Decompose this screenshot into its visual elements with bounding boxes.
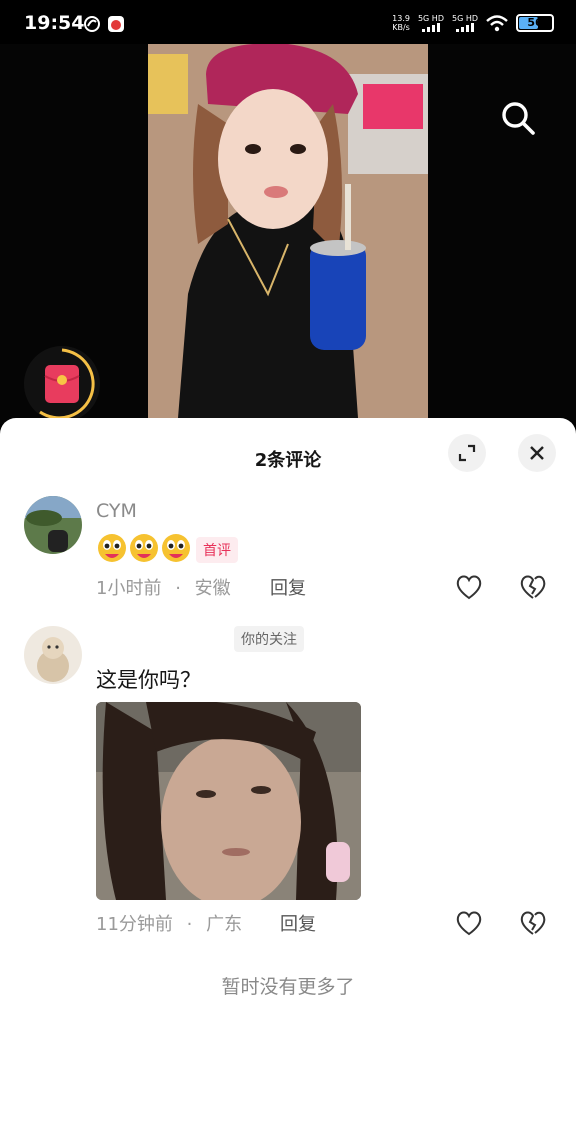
reply-button[interactable]: 回复 <box>280 910 316 936</box>
close-button[interactable] <box>518 434 556 472</box>
comment-meta: 1小时前 · 安徽 <box>96 578 231 599</box>
comment-location: 广东 <box>206 914 243 935</box>
comment-time: 1小时前 <box>96 578 162 599</box>
sim1-signal: 5G HD <box>418 14 444 32</box>
battery-level: 56 <box>527 16 543 29</box>
app-circle-icon <box>84 16 100 32</box>
battery-icon: 56 <box>516 14 554 32</box>
heart-icon[interactable] <box>454 908 484 938</box>
comment-time: 11分钟前 <box>96 914 173 935</box>
sim2-label: 5G HD <box>451 14 478 23</box>
net-speed: 13.9 KB/s <box>392 14 410 32</box>
comment-text: 这是你吗？ <box>96 668 201 692</box>
following-badge: 你的关注 <box>234 626 304 652</box>
sim1-label: 5G HD <box>417 14 444 23</box>
comment-photo-image <box>96 702 361 900</box>
avatar[interactable] <box>24 496 82 554</box>
first-comment-badge: 首评 <box>196 537 238 563</box>
signal-bars-icon <box>421 23 440 32</box>
cute-face-emoji <box>98 534 126 562</box>
net-speed-unit: KB/s <box>392 23 410 32</box>
search-icon[interactable] <box>500 100 536 136</box>
sim2-signal: 5G HD <box>452 14 478 32</box>
comments-sheet: 2条评论 CYM 首评 1小时前 · 安徽 回复 ᅟᅟᅟᅟᅟᅟᅟᅟᅟ 你的关注 … <box>0 418 576 1124</box>
status-indicators: 13.9 KB/s 5G HD 5G HD 56 <box>392 14 554 32</box>
comments-title: 2条评论 <box>254 450 322 471</box>
no-more-comments-text: 暂时没有更多了 <box>221 976 355 998</box>
net-speed-value: 13.9 <box>392 14 410 23</box>
cute-face-emoji <box>130 534 158 562</box>
cute-face-emoji <box>162 534 190 562</box>
red-packet-icon <box>39 348 95 420</box>
video-player[interactable] <box>0 44 576 424</box>
expand-icon <box>458 444 476 462</box>
status-time: 19:54 <box>24 12 85 34</box>
broken-heart-icon[interactable] <box>518 908 548 938</box>
expand-button[interactable] <box>448 434 486 472</box>
reply-button[interactable]: 回复 <box>270 574 306 600</box>
wifi-icon <box>486 15 508 32</box>
comment-meta: 11分钟前 · 广东 <box>96 914 243 935</box>
avatar-image <box>24 496 82 554</box>
status-bar: 19:54 13.9 KB/s 5G HD 5G HD 56 <box>0 0 576 44</box>
video-frame <box>148 44 428 418</box>
red-packet-widget[interactable] <box>24 346 100 422</box>
comment-username[interactable]: CYM <box>96 500 137 522</box>
comment-photo[interactable] <box>96 702 361 900</box>
comment-location: 安徽 <box>194 578 231 599</box>
avatar[interactable] <box>24 626 82 684</box>
emoji-row <box>96 532 192 564</box>
app-notification-icon <box>108 16 124 32</box>
avatar-image <box>24 626 82 684</box>
broken-heart-icon[interactable] <box>518 572 548 602</box>
heart-icon[interactable] <box>454 572 484 602</box>
video-thumbnail-image <box>148 44 428 418</box>
signal-bars-icon <box>455 23 474 32</box>
close-icon <box>530 446 544 460</box>
comment-username[interactable]: ᅟᅟᅟᅟᅟᅟᅟᅟᅟ <box>96 628 212 648</box>
